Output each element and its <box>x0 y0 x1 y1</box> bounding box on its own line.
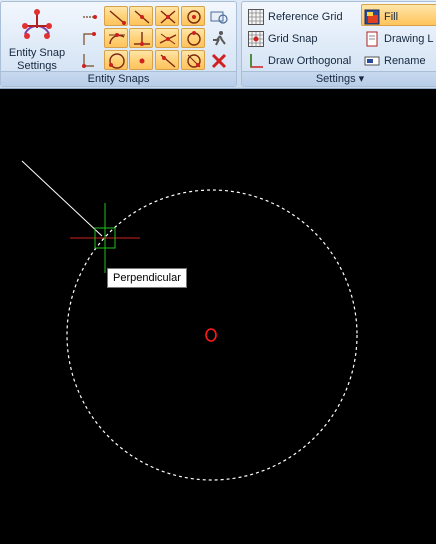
snap-tooltip: Perpendicular <box>107 268 187 288</box>
midpoint-snap-icon[interactable] <box>129 6 153 26</box>
extension-snap-icon[interactable] <box>181 50 205 70</box>
endpoint-snap-icon[interactable] <box>104 6 128 26</box>
intersection-snap-icon[interactable] <box>155 6 179 26</box>
entity-snaps-group-label: Entity Snaps <box>1 71 236 86</box>
rename-icon <box>364 53 380 69</box>
circle-snap-icon[interactable] <box>104 50 128 70</box>
drawing-icon <box>364 31 380 47</box>
point-snap-icon[interactable] <box>129 50 153 70</box>
grid-snap-label: Grid Snap <box>268 33 318 45</box>
tangent-snap-icon[interactable] <box>104 28 128 48</box>
ribbon: Entity Snap Settings Entity Snaps Refere… <box>0 0 436 89</box>
snap-line-end-icon[interactable] <box>79 51 99 70</box>
drawn-line[interactable] <box>21 160 103 237</box>
clear-snaps-icon[interactable] <box>209 51 229 70</box>
quadrant-snap-icon[interactable] <box>181 28 205 48</box>
grid-snap-icon <box>248 31 264 47</box>
dashed-circle[interactable] <box>66 189 358 481</box>
snap-corner-icon[interactable] <box>79 29 99 48</box>
entity-snap-settings-icon <box>22 9 52 39</box>
fill-icon <box>364 9 380 25</box>
node-snap-icon[interactable] <box>155 50 179 70</box>
center-marker <box>205 328 217 342</box>
center-snap-icon[interactable] <box>181 6 205 26</box>
draw-orthogonal-label: Draw Orthogonal <box>268 55 352 67</box>
grid-icon <box>248 9 264 25</box>
snap-display-icon[interactable] <box>209 7 229 26</box>
rename-label: Rename <box>384 55 426 67</box>
nearest-snap-icon[interactable] <box>155 28 179 48</box>
fill-label: Fill <box>384 11 399 23</box>
orthogonal-icon <box>248 53 264 69</box>
entity-snap-settings-button[interactable]: Entity Snap Settings <box>4 4 70 72</box>
running-man-icon[interactable] <box>209 29 229 48</box>
drawing-label: Drawing L <box>384 33 434 45</box>
settings-group-label[interactable]: Settings ▾ <box>242 71 436 86</box>
entity-snaps-group: Entity Snap Settings Entity Snaps <box>0 1 237 87</box>
snap-point-left-icon[interactable] <box>79 7 99 26</box>
reference-grid-label: Reference Grid <box>268 11 343 23</box>
perpendicular-snap-icon[interactable] <box>129 28 153 48</box>
settings-group: Reference Grid Grid Snap Draw Orthogonal… <box>241 1 436 87</box>
entity-snap-settings-label: Entity Snap Settings <box>8 47 66 72</box>
drawing-canvas[interactable] <box>0 89 436 544</box>
